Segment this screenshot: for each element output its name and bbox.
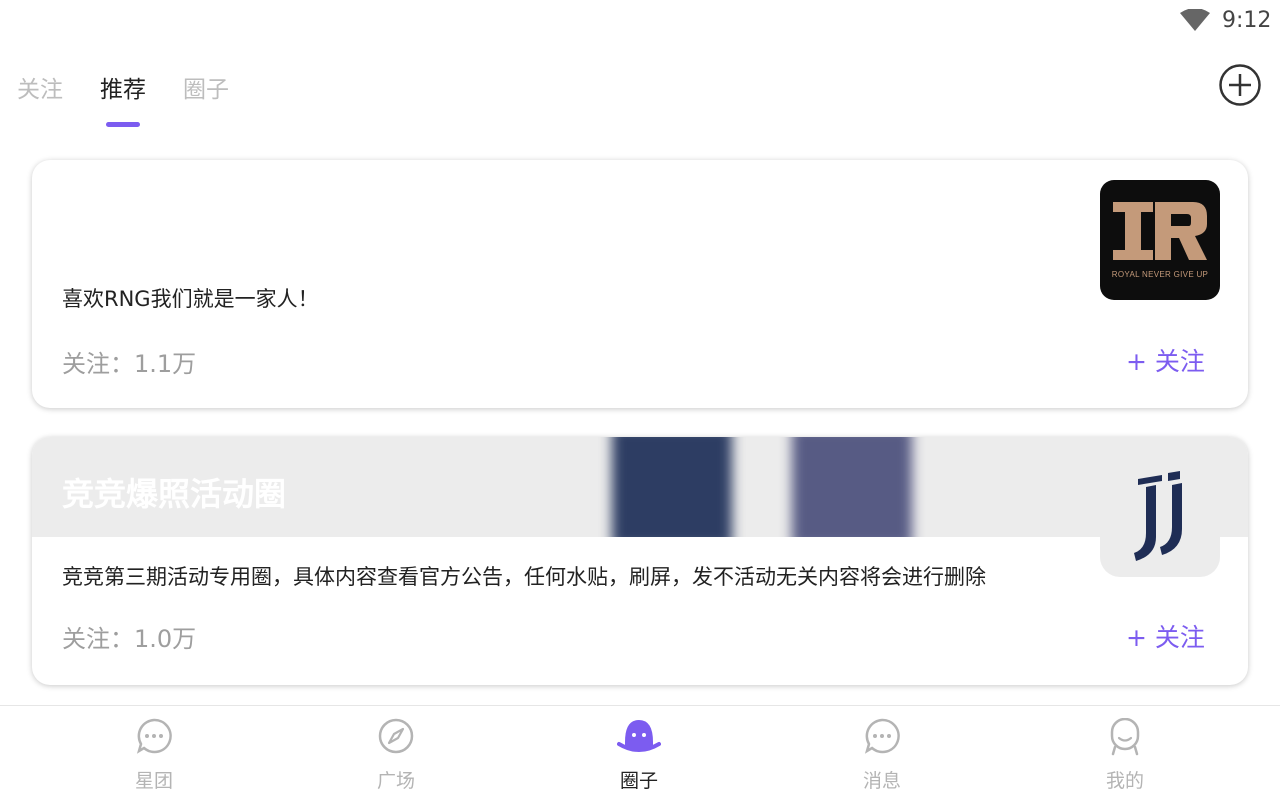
person-icon xyxy=(1110,718,1140,756)
nav-label: 圈子 xyxy=(619,770,658,792)
clock: 9:12 xyxy=(1222,8,1272,33)
banner-title: 竞竞爆照活动圈 xyxy=(62,475,287,513)
compass-icon xyxy=(378,718,414,754)
tab-follow[interactable]: 关注 xyxy=(17,70,63,104)
tab-circle[interactable]: 圈子 xyxy=(183,70,229,104)
nav-label: 星团 xyxy=(134,770,173,792)
top-tabs: 关注 推荐 圈子 xyxy=(0,60,1280,130)
circle-description: 喜欢RNG我们就是一家人！ xyxy=(62,287,319,311)
circle-card[interactable]: 竞竞爆照活动圈 竞竞第三期活动专用圈，具体内容查看官方公告，任何水贴，刷屏，发不… xyxy=(32,437,1248,685)
nav-item-messages[interactable]: 消息 xyxy=(822,706,942,800)
chat-bubble-icon xyxy=(136,718,172,754)
nav-item-star-group[interactable]: 星团 xyxy=(94,706,214,800)
nav-item-mine[interactable]: 我的 xyxy=(1065,706,1185,800)
bottom-nav: 星团 广场 圈子 消息 我的 xyxy=(0,705,1280,800)
rng-logo-tagline: ROYAL NEVER GIVE UP xyxy=(1111,270,1209,279)
nav-label: 消息 xyxy=(862,770,901,792)
circle-description: 竞竞第三期活动专用圈，具体内容查看官方公告，任何水贴，刷屏，发不活动无关内容将会… xyxy=(62,565,986,589)
chat-bubble-icon xyxy=(864,718,900,754)
follow-button[interactable]: + 关注 xyxy=(1126,618,1205,654)
rng-logo-icon: ROYAL NEVER GIVE UP xyxy=(1100,180,1220,300)
status-bar: 9:12 xyxy=(0,0,1280,40)
tab-recommend[interactable]: 推荐 xyxy=(100,70,146,104)
juventus-logo-icon xyxy=(1100,457,1220,577)
follower-count: 关注：1.0万 xyxy=(62,625,197,653)
circle-card[interactable]: ROYAL NEVER GIVE UP 喜欢RNG我们就是一家人！ 关注：1.1… xyxy=(32,160,1248,408)
ghost-icon xyxy=(617,720,661,752)
nav-label: 我的 xyxy=(1105,770,1144,792)
nav-item-circle[interactable]: 圈子 xyxy=(579,706,699,800)
follow-button[interactable]: + 关注 xyxy=(1126,342,1205,378)
nav-label: 广场 xyxy=(376,770,415,792)
nav-item-plaza[interactable]: 广场 xyxy=(336,706,456,800)
active-tab-indicator xyxy=(106,122,140,127)
follower-count: 关注：1.1万 xyxy=(62,350,197,378)
add-circle-button[interactable] xyxy=(1218,63,1262,107)
wifi-icon xyxy=(1180,9,1210,31)
card-banner-image: 竞竞爆照活动圈 xyxy=(32,437,1248,537)
